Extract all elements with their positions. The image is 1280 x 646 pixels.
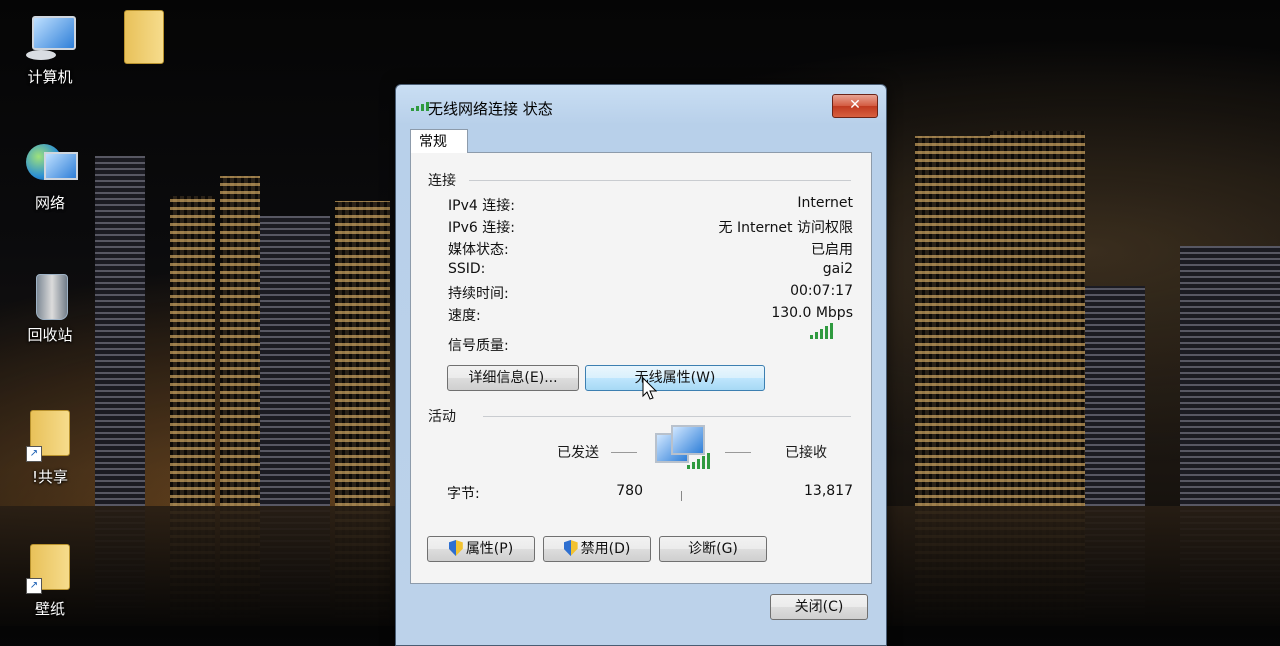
desktop-icon-folder[interactable] <box>106 4 182 72</box>
close-button[interactable]: 关闭(C) <box>770 594 868 620</box>
shield-icon <box>448 540 463 556</box>
shared-folder-icon: ↗ <box>26 404 74 462</box>
dialog-title: 无线网络连接 状态 <box>428 100 553 118</box>
received-line <box>725 452 751 453</box>
ssid-value: gai2 <box>822 261 853 277</box>
recycle-bin-icon <box>26 272 74 320</box>
received-label: 已接收 <box>785 445 827 461</box>
duration-value: 00:07:17 <box>790 283 853 299</box>
dialog-titlebar[interactable]: 无线网络连接 状态 ✕ <box>396 85 886 125</box>
shortcut-arrow-icon: ↗ <box>26 578 42 594</box>
bytes-sent-value: 780 <box>616 483 643 499</box>
desktop-icon-share[interactable]: ↗ !共享 <box>12 404 88 487</box>
desktop-icon-label: 壁纸 <box>34 600 65 618</box>
network-activity-icon <box>655 425 710 473</box>
desktop-icon-label: 网络 <box>34 194 65 212</box>
media-state-value: 已启用 <box>811 242 853 258</box>
desktop-icon-label: 回收站 <box>27 326 73 344</box>
properties-button[interactable]: 属性(P) <box>427 536 535 562</box>
desktop-icon-recycle-bin[interactable]: 回收站 <box>12 272 88 345</box>
network-icon <box>26 140 78 188</box>
close-window-button[interactable]: ✕ <box>832 94 878 118</box>
signal-quality-icon <box>810 323 833 339</box>
wireless-signal-icon <box>411 102 429 111</box>
desktop-icon-computer[interactable]: 计算机 <box>12 14 88 87</box>
connection-group-heading: 连接 <box>428 173 456 189</box>
ipv6-label: IPv6 连接: <box>448 220 515 236</box>
shortcut-arrow-icon: ↗ <box>26 446 42 462</box>
group-divider <box>469 180 851 181</box>
tab-general[interactable]: 常规 <box>410 129 468 153</box>
details-button[interactable]: 详细信息(E)... <box>447 365 579 391</box>
computer-icon <box>26 14 76 62</box>
ipv4-label: IPv4 连接: <box>448 198 515 214</box>
disable-button-label: 禁用(D) <box>580 541 631 557</box>
desktop-icon-label: 计算机 <box>27 68 73 86</box>
general-tab-panel: 连接 IPv4 连接: Internet IPv6 连接: 无 Internet… <box>410 152 872 584</box>
wireless-status-dialog: 无线网络连接 状态 ✕ 常规 连接 IPv4 连接: Internet IPv6… <box>395 84 887 646</box>
ssid-label: SSID: <box>448 261 486 277</box>
bytes-received-value: 13,817 <box>804 483 853 499</box>
ipv6-value: 无 Internet 访问权限 <box>718 220 854 236</box>
mouse-cursor-icon <box>642 377 658 400</box>
folder-icon <box>120 4 168 68</box>
desktop-icon-network[interactable]: 网络 <box>12 140 88 213</box>
wallpaper-folder-icon: ↗ <box>26 538 74 594</box>
properties-button-label: 属性(P) <box>465 541 514 557</box>
desktop-icon-wallpaper[interactable]: ↗ 壁纸 <box>12 538 88 619</box>
disable-button[interactable]: 禁用(D) <box>543 536 651 562</box>
shield-icon <box>563 540 578 556</box>
sent-line <box>611 452 637 453</box>
activity-group-heading: 活动 <box>428 409 456 425</box>
signal-quality-label: 信号质量: <box>448 338 509 354</box>
activity-divider <box>681 491 682 501</box>
duration-label: 持续时间: <box>448 286 509 302</box>
media-state-label: 媒体状态: <box>448 242 509 258</box>
group-divider <box>483 416 851 417</box>
wireless-properties-button[interactable]: 无线属性(W) <box>585 365 765 391</box>
speed-label: 速度: <box>448 308 481 324</box>
ipv4-value: Internet <box>797 195 853 211</box>
sent-label: 已发送 <box>557 445 599 461</box>
bytes-label: 字节: <box>447 486 480 502</box>
desktop-icon-label: !共享 <box>31 468 68 486</box>
diagnose-button[interactable]: 诊断(G) <box>659 536 767 562</box>
speed-value: 130.0 Mbps <box>771 305 853 321</box>
